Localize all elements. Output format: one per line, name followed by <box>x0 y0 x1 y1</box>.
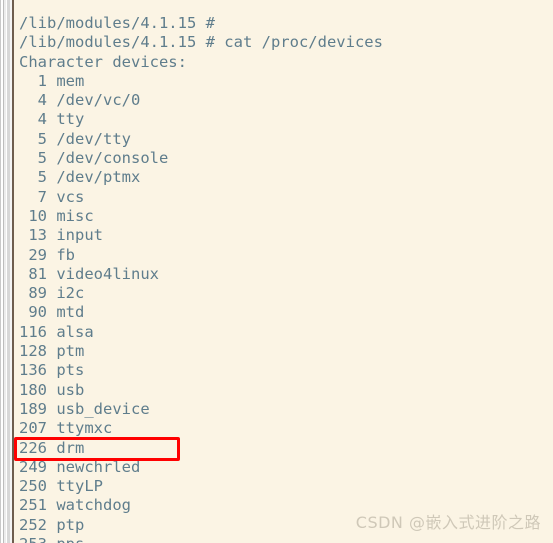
terminal-line: 5 /dev/ptmx <box>19 168 141 187</box>
terminal-line: Character devices: <box>19 52 187 71</box>
terminal-line: 89 i2c <box>19 284 85 303</box>
terminal-line: 128 ptm <box>19 342 85 361</box>
terminal-line: 116 alsa <box>19 322 94 341</box>
terminal-line: 5 /dev/console <box>19 149 169 168</box>
terminal-line: /lib/modules/4.1.15 # cat /proc/devices <box>19 33 383 52</box>
terminal-line: 90 mtd <box>19 303 85 322</box>
terminal-line: 250 ttyLP <box>19 477 103 496</box>
window-left-gutter <box>0 0 14 543</box>
terminal-line: 10 misc <box>19 206 94 225</box>
terminal-line: 4 tty <box>19 110 85 129</box>
terminal-line: 13 input <box>19 226 103 245</box>
terminal-line: 29 fb <box>19 245 75 264</box>
terminal-line: 1 mem <box>19 71 85 90</box>
terminal-line-highlighted: 249 newchrled <box>19 457 141 476</box>
terminal-output[interactable]: /lib/modules/4.1.15 # /lib/modules/4.1.1… <box>14 0 553 543</box>
watermark-text: CSDN @嵌入式进阶之路 <box>355 513 541 532</box>
terminal-line: 7 vcs <box>19 187 85 206</box>
terminal-line: 180 usb <box>19 380 85 399</box>
terminal-line: 81 video4linux <box>19 264 159 283</box>
terminal-screenshot: /lib/modules/4.1.15 # /lib/modules/4.1.1… <box>0 0 553 543</box>
terminal-line: 4 /dev/vc/0 <box>19 91 141 110</box>
terminal-line: 136 pts <box>19 361 85 380</box>
terminal-line: 207 ttymxc <box>19 419 113 438</box>
terminal-left-border <box>12 0 14 543</box>
terminal-line: /lib/modules/4.1.15 # <box>19 14 215 32</box>
terminal-line: 189 usb_device <box>19 399 150 418</box>
terminal-line: 226 drm <box>19 438 85 457</box>
terminal-line: 5 /dev/tty <box>19 129 131 148</box>
terminal-line: 253 pps <box>14 535 553 543</box>
